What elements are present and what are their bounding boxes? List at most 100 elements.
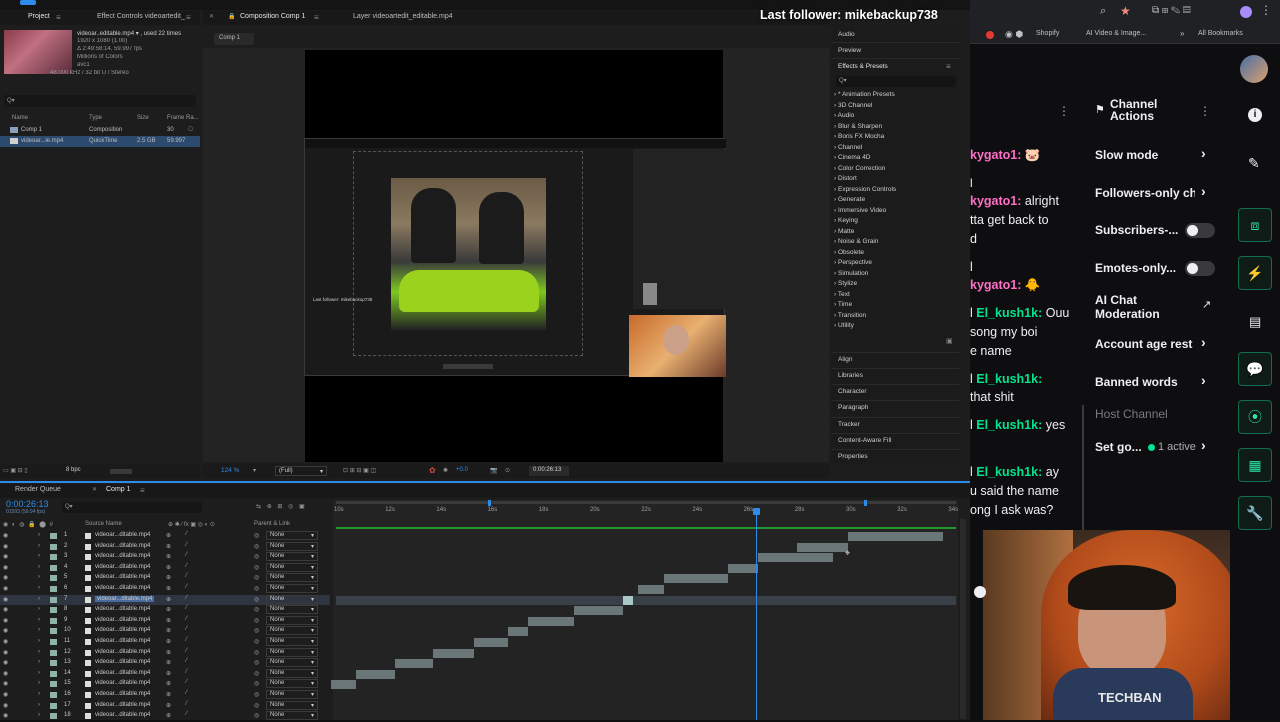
layer-name[interactable]: videoar...ditable.mp4: [95, 680, 150, 686]
label-color[interactable]: [50, 607, 57, 614]
menu-icon[interactable]: ≡: [946, 62, 951, 71]
panel-libraries[interactable]: Libraries: [838, 372, 863, 379]
effect-category[interactable]: › Text: [834, 291, 850, 298]
layer-name[interactable]: videoar...ditable.mp4: [95, 627, 150, 633]
layer-duration-bar[interactable]: [394, 659, 434, 669]
chevron-right-icon[interactable]: ›: [1201, 334, 1206, 350]
quality-icon[interactable]: ⁄: [186, 690, 187, 696]
effect-category[interactable]: › Simulation: [834, 270, 868, 277]
panel-tracker[interactable]: Tracker: [838, 421, 860, 428]
col-source-name[interactable]: Source Name: [85, 521, 122, 527]
pencil-icon[interactable]: ✎: [1248, 155, 1260, 172]
tab-project[interactable]: Project: [28, 13, 50, 20]
parent-select[interactable]: None ▾: [266, 552, 318, 562]
layer-duration-bar[interactable]: [330, 680, 357, 690]
layer-duration-bar[interactable]: [622, 595, 633, 605]
search-icon[interactable]: ⌕: [1100, 5, 1106, 18]
expand-chevron-icon[interactable]: ›: [38, 712, 40, 718]
effect-category[interactable]: › Perspective: [834, 259, 872, 266]
effect-category[interactable]: › Matte: [834, 228, 854, 235]
account-age-restriction[interactable]: Account age rest: [1095, 337, 1195, 351]
effect-category[interactable]: › Channel: [834, 144, 862, 151]
quality-icon[interactable]: ⁄: [186, 563, 187, 569]
eye-icon[interactable]: ◉: [3, 680, 8, 687]
parent-select[interactable]: None ▾: [266, 647, 318, 657]
lock-icon[interactable]: 🔒: [228, 13, 235, 20]
parent-select[interactable]: None ▾: [266, 562, 318, 572]
label-color[interactable]: [50, 660, 57, 667]
pickwhip-icon[interactable]: ◎: [254, 585, 259, 592]
eye-icon[interactable]: ◉: [3, 670, 8, 677]
user-avatar[interactable]: [1240, 55, 1268, 83]
label-color[interactable]: [50, 649, 57, 656]
effect-category[interactable]: › Keying: [834, 217, 858, 224]
work-area-start[interactable]: [488, 500, 491, 506]
exposure-value[interactable]: +0.0: [456, 467, 468, 473]
layer-name[interactable]: videoar...ditable.mp4: [95, 670, 150, 676]
label-color[interactable]: [50, 681, 57, 688]
more-vert-icon[interactable]: ⋮: [1199, 104, 1211, 118]
flow-icon[interactable]: ⎔: [188, 126, 193, 133]
eye-icon[interactable]: ◉: [3, 532, 8, 539]
pickwhip-icon[interactable]: ◎: [254, 649, 259, 656]
info-icon[interactable]: i: [1248, 108, 1262, 122]
layer-name[interactable]: videoar...ditable.mp4: [95, 564, 150, 570]
expand-chevron-icon[interactable]: ›: [38, 659, 40, 665]
timeline-layer-row[interactable]: ◉ › 14 videoar...ditable.mp4 ⊕ ⁄ ◎ None ▾: [0, 668, 330, 680]
pickwhip-icon[interactable]: ◎: [254, 670, 259, 677]
shy-icon[interactable]: ⊕: [166, 638, 171, 645]
pickwhip-icon[interactable]: ◎: [254, 659, 259, 666]
layer-duration-bar[interactable]: [507, 627, 528, 637]
eye-icon[interactable]: ◉: [3, 564, 8, 571]
timeline-layer-row[interactable]: ◉ › 6 videoar...ditable.mp4 ⊕ ⁄ ◎ None ▾: [0, 584, 330, 595]
label-color[interactable]: [50, 628, 57, 635]
shy-icon[interactable]: ⊕: [166, 532, 171, 539]
layer-duration-bar[interactable]: [574, 606, 623, 616]
followers-only[interactable]: Followers-only ch: [1095, 186, 1195, 200]
effect-category[interactable]: › Blur & Sharpen: [834, 123, 882, 130]
timeline-layer-row[interactable]: ◉ › 5 videoar...ditable.mp4 ⊕ ⁄ ◎ None ▾: [0, 573, 330, 584]
timeline-layer-row[interactable]: ◉ › 17 videoar...ditable.mp4 ⊕ ⁄ ◎ None ▾: [0, 700, 330, 712]
timeline-scrollbar[interactable]: [960, 519, 966, 719]
panel-paragraph[interactable]: Paragraph: [838, 404, 868, 411]
menu-icon[interactable]: ≡: [186, 13, 191, 22]
wrench-icon[interactable]: 🔧: [1238, 496, 1272, 530]
quality-icon[interactable]: ⁄: [186, 542, 187, 548]
layer-duration-bar[interactable]: [433, 648, 475, 658]
shy-icon[interactable]: ⊕: [166, 606, 171, 613]
label-color[interactable]: [50, 554, 57, 561]
pickwhip-icon[interactable]: ◎: [254, 596, 259, 603]
eye-icon[interactable]: ◉: [3, 596, 8, 603]
layer-duration-bar[interactable]: [758, 553, 833, 563]
quality-icon[interactable]: ⁄: [186, 531, 187, 537]
layer-name[interactable]: videoar...ditable.mp4: [95, 532, 150, 538]
layer-duration-bar[interactable]: [474, 638, 508, 647]
effect-category[interactable]: › Boris FX Mocha: [834, 133, 884, 140]
col-frame-rate[interactable]: Frame Ra...: [167, 115, 199, 121]
more-vert-icon[interactable]: ⋮: [1058, 104, 1070, 118]
close-icon[interactable]: ✕: [92, 486, 97, 493]
pickwhip-icon[interactable]: ◎: [254, 564, 259, 571]
effects-search-input[interactable]: Q▾: [836, 76, 956, 87]
effect-category[interactable]: › Generate: [834, 196, 865, 203]
fast-preview-icon[interactable]: ✺: [443, 467, 448, 474]
label-color[interactable]: [50, 617, 57, 624]
quality-icon[interactable]: ⁄: [186, 658, 187, 664]
parent-select[interactable]: None ▾: [266, 531, 318, 540]
layer-duration-bar[interactable]: [727, 563, 759, 573]
close-icon[interactable]: ✕: [209, 13, 214, 20]
ai-chat-moderation[interactable]: AI Chat Moderation: [1095, 293, 1215, 321]
playhead-handle[interactable]: [752, 508, 760, 515]
timeline-layer-row[interactable]: ◉ › 7 videoar...ditable.mp4 ⊕ ⁄ ◎ None ▾: [0, 594, 330, 606]
effect-category[interactable]: › Obsolete: [834, 249, 864, 256]
star-icon[interactable]: ★: [1120, 4, 1131, 18]
label-color[interactable]: [50, 543, 57, 550]
quality-icon[interactable]: ⁄: [186, 584, 187, 590]
layer-name[interactable]: videoar...ditable.mp4: [95, 659, 150, 665]
external-link-icon[interactable]: ↗: [1202, 298, 1211, 311]
parent-select[interactable]: None ▾: [266, 541, 318, 551]
expand-chevron-icon[interactable]: ›: [38, 617, 40, 623]
effect-category[interactable]: › Transition: [834, 312, 866, 319]
layer-name[interactable]: videoar...ditable.mp4: [95, 543, 150, 549]
parent-select[interactable]: None ▾: [266, 605, 318, 615]
